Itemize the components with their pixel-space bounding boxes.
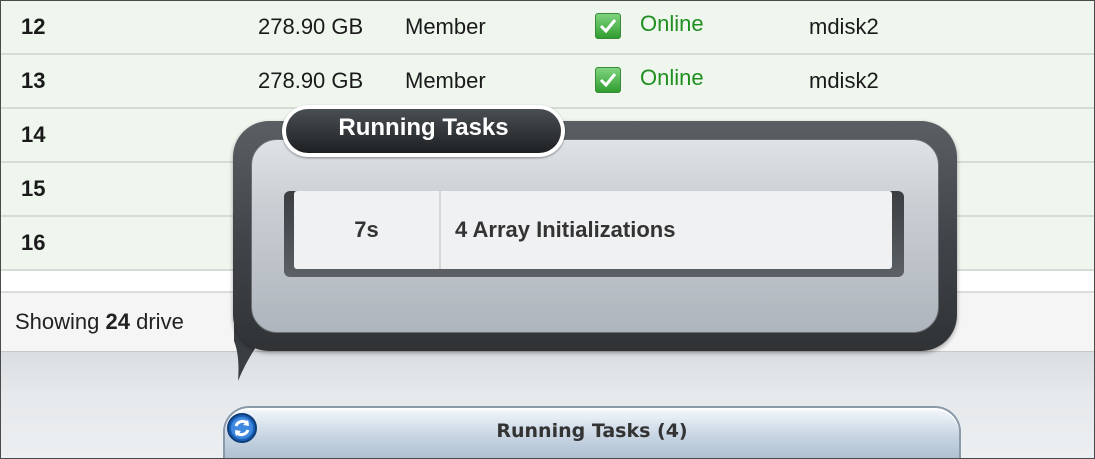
- popup-title-badge: Running Tasks: [282, 105, 565, 157]
- task-description: 4 Array Initializations: [455, 217, 676, 242]
- table-row[interactable]: 13 278.90 GB Member Online mdisk2: [1, 55, 1094, 109]
- drive-count-text: Showing 24 drive: [15, 309, 184, 334]
- drive-mdisk: mdisk2: [809, 68, 879, 93]
- drive-id: 16: [21, 230, 46, 255]
- drive-status: Online: [640, 11, 704, 36]
- task-row[interactable]: 7s 4 Array Initializations: [284, 191, 904, 277]
- drive-id: 13: [21, 68, 46, 93]
- drive-mdisk: mdisk2: [809, 14, 879, 39]
- task-row-body: 7s 4 Array Initializations: [294, 191, 892, 269]
- check-icon: [595, 13, 621, 39]
- drive-use: Member: [405, 14, 486, 39]
- popup-title: Running Tasks: [338, 114, 509, 141]
- check-icon: [595, 67, 621, 93]
- running-tasks-button[interactable]: Running Tasks (4): [223, 406, 961, 458]
- storage-drives-window: 12 278.90 GB Member Online mdisk2 13 278…: [0, 0, 1095, 459]
- table-row[interactable]: 12 278.90 GB Member Online mdisk2: [1, 1, 1094, 55]
- drive-count: 24: [105, 309, 130, 334]
- drive-capacity: 278.90 GB: [258, 68, 364, 93]
- drive-use: Member: [405, 68, 486, 93]
- task-elapsed-time: 7s: [294, 191, 441, 269]
- refresh-icon[interactable]: [226, 412, 258, 444]
- drive-id: 12: [21, 14, 46, 39]
- drive-id: 14: [21, 122, 46, 147]
- running-tasks-label: Running Tasks (4): [496, 420, 688, 442]
- drive-status: Online: [640, 65, 704, 90]
- drive-id: 15: [21, 176, 46, 201]
- drive-capacity: 278.90 GB: [258, 14, 364, 39]
